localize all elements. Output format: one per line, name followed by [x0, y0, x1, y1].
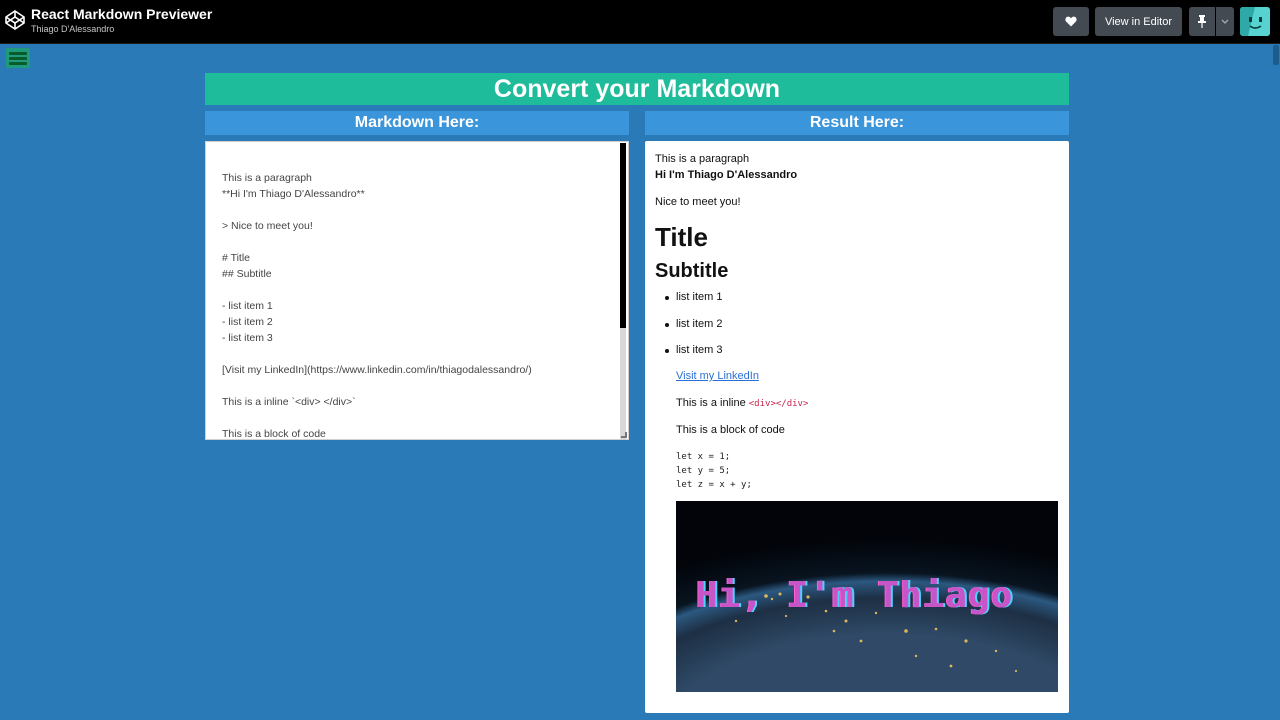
markdown-panel-heading: Markdown Here: [205, 111, 629, 135]
preview-inline-code-line: This is a inline <div></div> [676, 397, 808, 409]
preview-inline-code: <div></div> [748, 399, 809, 409]
heart-icon [1065, 16, 1077, 27]
preview-list-item: list item 1 [664, 291, 723, 303]
avatar[interactable] [1240, 7, 1270, 36]
linkedin-link[interactable]: Visit my LinkedIn [676, 370, 759, 382]
preview-paragraph: This is a paragraph [655, 153, 750, 165]
markdown-editor[interactable]: This is a paragraph **Hi I'm Thiago D'Al… [205, 141, 629, 440]
menu-bar-icon [9, 57, 27, 60]
preview-heading-1: Title [655, 222, 708, 252]
preview-blockquote: Nice to meet you! [655, 196, 741, 208]
pin-icon [1198, 15, 1206, 28]
preview-list-item: list item 2 [664, 318, 723, 330]
preview-bold-text: Hi I'm Thiago D'Alessandro [655, 169, 798, 181]
preview-image: Hi, I'm Thiago [676, 501, 1058, 692]
menu-button[interactable] [6, 48, 30, 68]
top-bar: React Markdown Previewer Thiago D'Alessa… [0, 0, 1280, 44]
avatar-face-icon [1240, 7, 1270, 36]
codepen-logo-icon[interactable] [5, 10, 25, 30]
preview-image-caption: Hi, I'm Thiago [696, 575, 1014, 616]
markdown-editor-text[interactable]: This is a paragraph **Hi I'm Thiago D'Al… [222, 170, 532, 439]
preview-inline-text: This is a inline [676, 397, 749, 409]
page-title: Convert your Markdown [205, 73, 1069, 105]
preview-heading-2: Subtitle [655, 260, 729, 282]
result-panel-heading: Result Here: [645, 111, 1069, 135]
view-in-editor-button[interactable]: View in Editor [1095, 7, 1182, 36]
menu-bar-icon [9, 52, 27, 55]
menu-bar-icon [9, 62, 27, 65]
page-scrollbar-thumb[interactable] [1273, 45, 1279, 65]
resize-grip-icon[interactable] [621, 432, 627, 438]
pin-button[interactable] [1189, 7, 1215, 36]
chevron-down-icon [1221, 19, 1229, 24]
preview-list-item: list item 3 [664, 344, 723, 356]
preview-block-label: This is a block of code [676, 424, 785, 436]
app-title: React Markdown Previewer [31, 6, 213, 22]
author-link[interactable]: Thiago D'Alessandro [31, 24, 114, 34]
preview-code-block: let x = 1; let y = 5; let z = x + y; [676, 452, 752, 490]
editor-scrollbar-thumb[interactable] [620, 143, 626, 328]
heart-button[interactable] [1053, 7, 1089, 36]
pin-options-button[interactable] [1216, 7, 1234, 36]
markdown-preview: This is a paragraph Hi I'm Thiago D'Ales… [645, 141, 1069, 713]
page-scrollbar[interactable] [1272, 44, 1280, 720]
